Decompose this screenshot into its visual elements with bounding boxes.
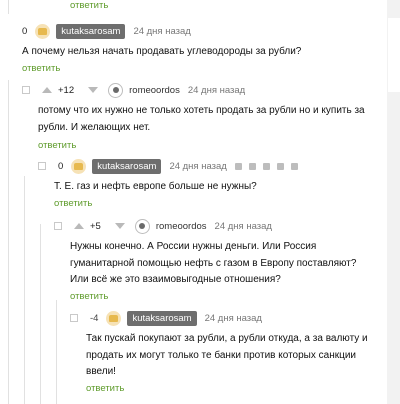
- downvote-icon[interactable]: [114, 223, 125, 229]
- comment-header: +12 romeoordos 24 дня назад: [22, 81, 245, 99]
- comment-time[interactable]: 24 дня назад: [215, 221, 272, 232]
- collapse-icon[interactable]: [70, 314, 78, 322]
- link-icon[interactable]: [276, 162, 284, 170]
- avatar-icon: [112, 87, 119, 93]
- avatar[interactable]: [106, 310, 122, 326]
- avatar-icon: [139, 223, 146, 229]
- thread-line: [8, 80, 9, 404]
- author-name[interactable]: kutaksarosam: [92, 158, 162, 174]
- comment-text: А почему нельзя начать продавать углевод…: [22, 46, 302, 57]
- comment-score: 0: [58, 160, 64, 172]
- comment-line: рубли. И желающих нет.: [38, 121, 151, 133]
- avatar-icon: [74, 162, 84, 170]
- share-icon[interactable]: [262, 162, 270, 170]
- comment-time[interactable]: 24 дня назад: [188, 85, 245, 96]
- thread-line: [24, 176, 25, 404]
- comment-line: Нужны конечно. А России нужны деньги. Ил…: [70, 241, 317, 252]
- comment-text: Так пускай покупают за рубли, а рубли от…: [86, 331, 368, 381]
- comment-text: Т. Е. газ и нефть европе больше не нужны…: [54, 181, 257, 192]
- comment-time[interactable]: 24 дня назад: [205, 313, 262, 324]
- comment-line: ввели!: [86, 366, 116, 377]
- reply-link[interactable]: ответить: [70, 291, 108, 302]
- reply-link[interactable]: ответить: [54, 198, 92, 209]
- comment-line: продать их могут только те банки против …: [86, 349, 356, 361]
- reply-link[interactable]: ответить: [38, 140, 76, 151]
- comment-time[interactable]: 24 дня назад: [133, 26, 190, 37]
- collapse-icon[interactable]: [54, 222, 62, 230]
- author-name[interactable]: kutaksarosam: [127, 310, 197, 326]
- avatar[interactable]: [35, 23, 51, 39]
- author-name[interactable]: kutaksarosam: [56, 23, 126, 39]
- comment-header: +5 romeoordos 24 дня назад: [54, 217, 272, 235]
- save-icon[interactable]: [248, 162, 256, 170]
- thread-line: [40, 224, 41, 404]
- avatar[interactable]: [134, 218, 150, 234]
- comment-tools: [234, 162, 305, 170]
- author-name[interactable]: romeoordos: [156, 221, 207, 232]
- comment-score: 0: [22, 25, 28, 37]
- comment-header: 0 kutaksarosam 24 дня назад: [38, 157, 305, 175]
- comment-score: +5: [90, 220, 101, 232]
- reply-link[interactable]: ответить: [86, 383, 124, 394]
- author-name[interactable]: romeoordos: [129, 85, 180, 96]
- comment-line: гуманитарной помощью нефть с газом в Евр…: [70, 257, 357, 269]
- thread-line: [56, 300, 57, 404]
- collapse-icon[interactable]: [38, 162, 46, 170]
- comment-text: потому что их нужно не только хотеть про…: [38, 103, 365, 136]
- more-icon[interactable]: [290, 162, 298, 170]
- avatar[interactable]: [108, 82, 124, 98]
- reply-icon[interactable]: [234, 162, 242, 170]
- reply-link[interactable]: ответить: [22, 63, 60, 74]
- comment-score: +12: [58, 84, 75, 96]
- avatar[interactable]: [71, 158, 87, 174]
- collapse-icon[interactable]: [22, 86, 30, 94]
- upvote-icon[interactable]: [74, 223, 84, 229]
- comment-score: -4: [90, 312, 99, 324]
- avatar-icon: [109, 314, 119, 322]
- comment-line: Или всё же это взаимовыгодные отношения?: [70, 274, 281, 285]
- comment-header: 0 kutaksarosam 24 дня назад: [22, 22, 191, 40]
- comment-line: Так пускай покупают за рубли, а рубли от…: [86, 333, 368, 344]
- comment-header: -4 kutaksarosam 24 дня назад: [70, 309, 262, 327]
- upvote-icon[interactable]: [42, 87, 52, 93]
- comment-time[interactable]: 24 дня назад: [169, 161, 226, 172]
- comment-line: потому что их нужно не только хотеть про…: [38, 105, 365, 116]
- thread-line: [8, 0, 9, 14]
- comment-text: Нужны конечно. А России нужны деньги. Ил…: [70, 239, 356, 289]
- avatar-icon: [38, 27, 48, 35]
- downvote-icon[interactable]: [88, 87, 99, 93]
- side-card: [388, 18, 400, 92]
- reply-link[interactable]: ответить: [70, 0, 108, 11]
